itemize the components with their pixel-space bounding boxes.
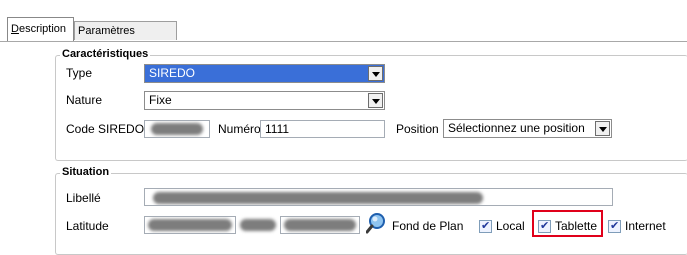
tab-parametres-siredo[interactable]: Paramètres SIREDO xyxy=(74,21,177,56)
tablette-checkbox[interactable] xyxy=(538,219,551,233)
position-select[interactable]: Sélectionnez une position xyxy=(443,119,612,138)
nature-select-value: Fixe xyxy=(149,93,172,107)
internet-label: Internet xyxy=(625,219,666,233)
description-panel: Caractéristiques Type SIREDO Nature Fixe… xyxy=(0,42,687,255)
numero-label: Numéro xyxy=(218,122,261,136)
libelle-field[interactable] xyxy=(144,188,613,206)
tab-bar: Description Paramètres SIREDO xyxy=(0,0,687,56)
code-siredo-label: Code SIREDO xyxy=(66,122,145,136)
latitude-label: Latitude xyxy=(66,219,109,233)
magnifier-icon[interactable] xyxy=(366,212,386,234)
tablette-label: Tablette xyxy=(555,219,598,233)
tab-description-rest: escription xyxy=(18,23,67,35)
dropdown-arrow-icon[interactable] xyxy=(368,93,383,108)
longitude-field[interactable] xyxy=(280,216,360,234)
local-checkbox[interactable] xyxy=(479,219,492,233)
local-label: Local xyxy=(496,219,525,233)
internet-checkbox[interactable] xyxy=(608,219,621,233)
redacted-label xyxy=(240,219,276,231)
situation-title: Situation xyxy=(60,166,112,179)
libelle-label: Libellé xyxy=(66,191,101,205)
dropdown-arrow-icon[interactable] xyxy=(368,66,383,81)
latitude-field[interactable] xyxy=(144,216,236,234)
type-select[interactable]: SIREDO xyxy=(144,64,385,83)
dropdown-arrow-icon[interactable] xyxy=(595,121,610,136)
caracteristiques-title: Caractéristiques xyxy=(60,48,151,61)
code-siredo-field[interactable] xyxy=(144,120,210,138)
tab-description[interactable]: Description xyxy=(7,17,74,41)
redacted-value xyxy=(151,123,203,135)
tab-description-mnemonic: D xyxy=(11,23,19,35)
redacted-value xyxy=(148,219,232,231)
type-label: Type xyxy=(66,66,93,80)
position-label: Position xyxy=(396,122,439,136)
redacted-value xyxy=(153,192,483,204)
numero-field[interactable]: 1111 xyxy=(260,120,385,138)
nature-select[interactable]: Fixe xyxy=(144,91,385,110)
position-select-value: Sélectionnez une position xyxy=(448,121,585,135)
nature-label: Nature xyxy=(66,93,103,107)
type-select-value: SIREDO xyxy=(149,66,196,80)
redacted-value xyxy=(284,219,356,231)
fond-de-plan-label: Fond de Plan xyxy=(392,219,464,233)
